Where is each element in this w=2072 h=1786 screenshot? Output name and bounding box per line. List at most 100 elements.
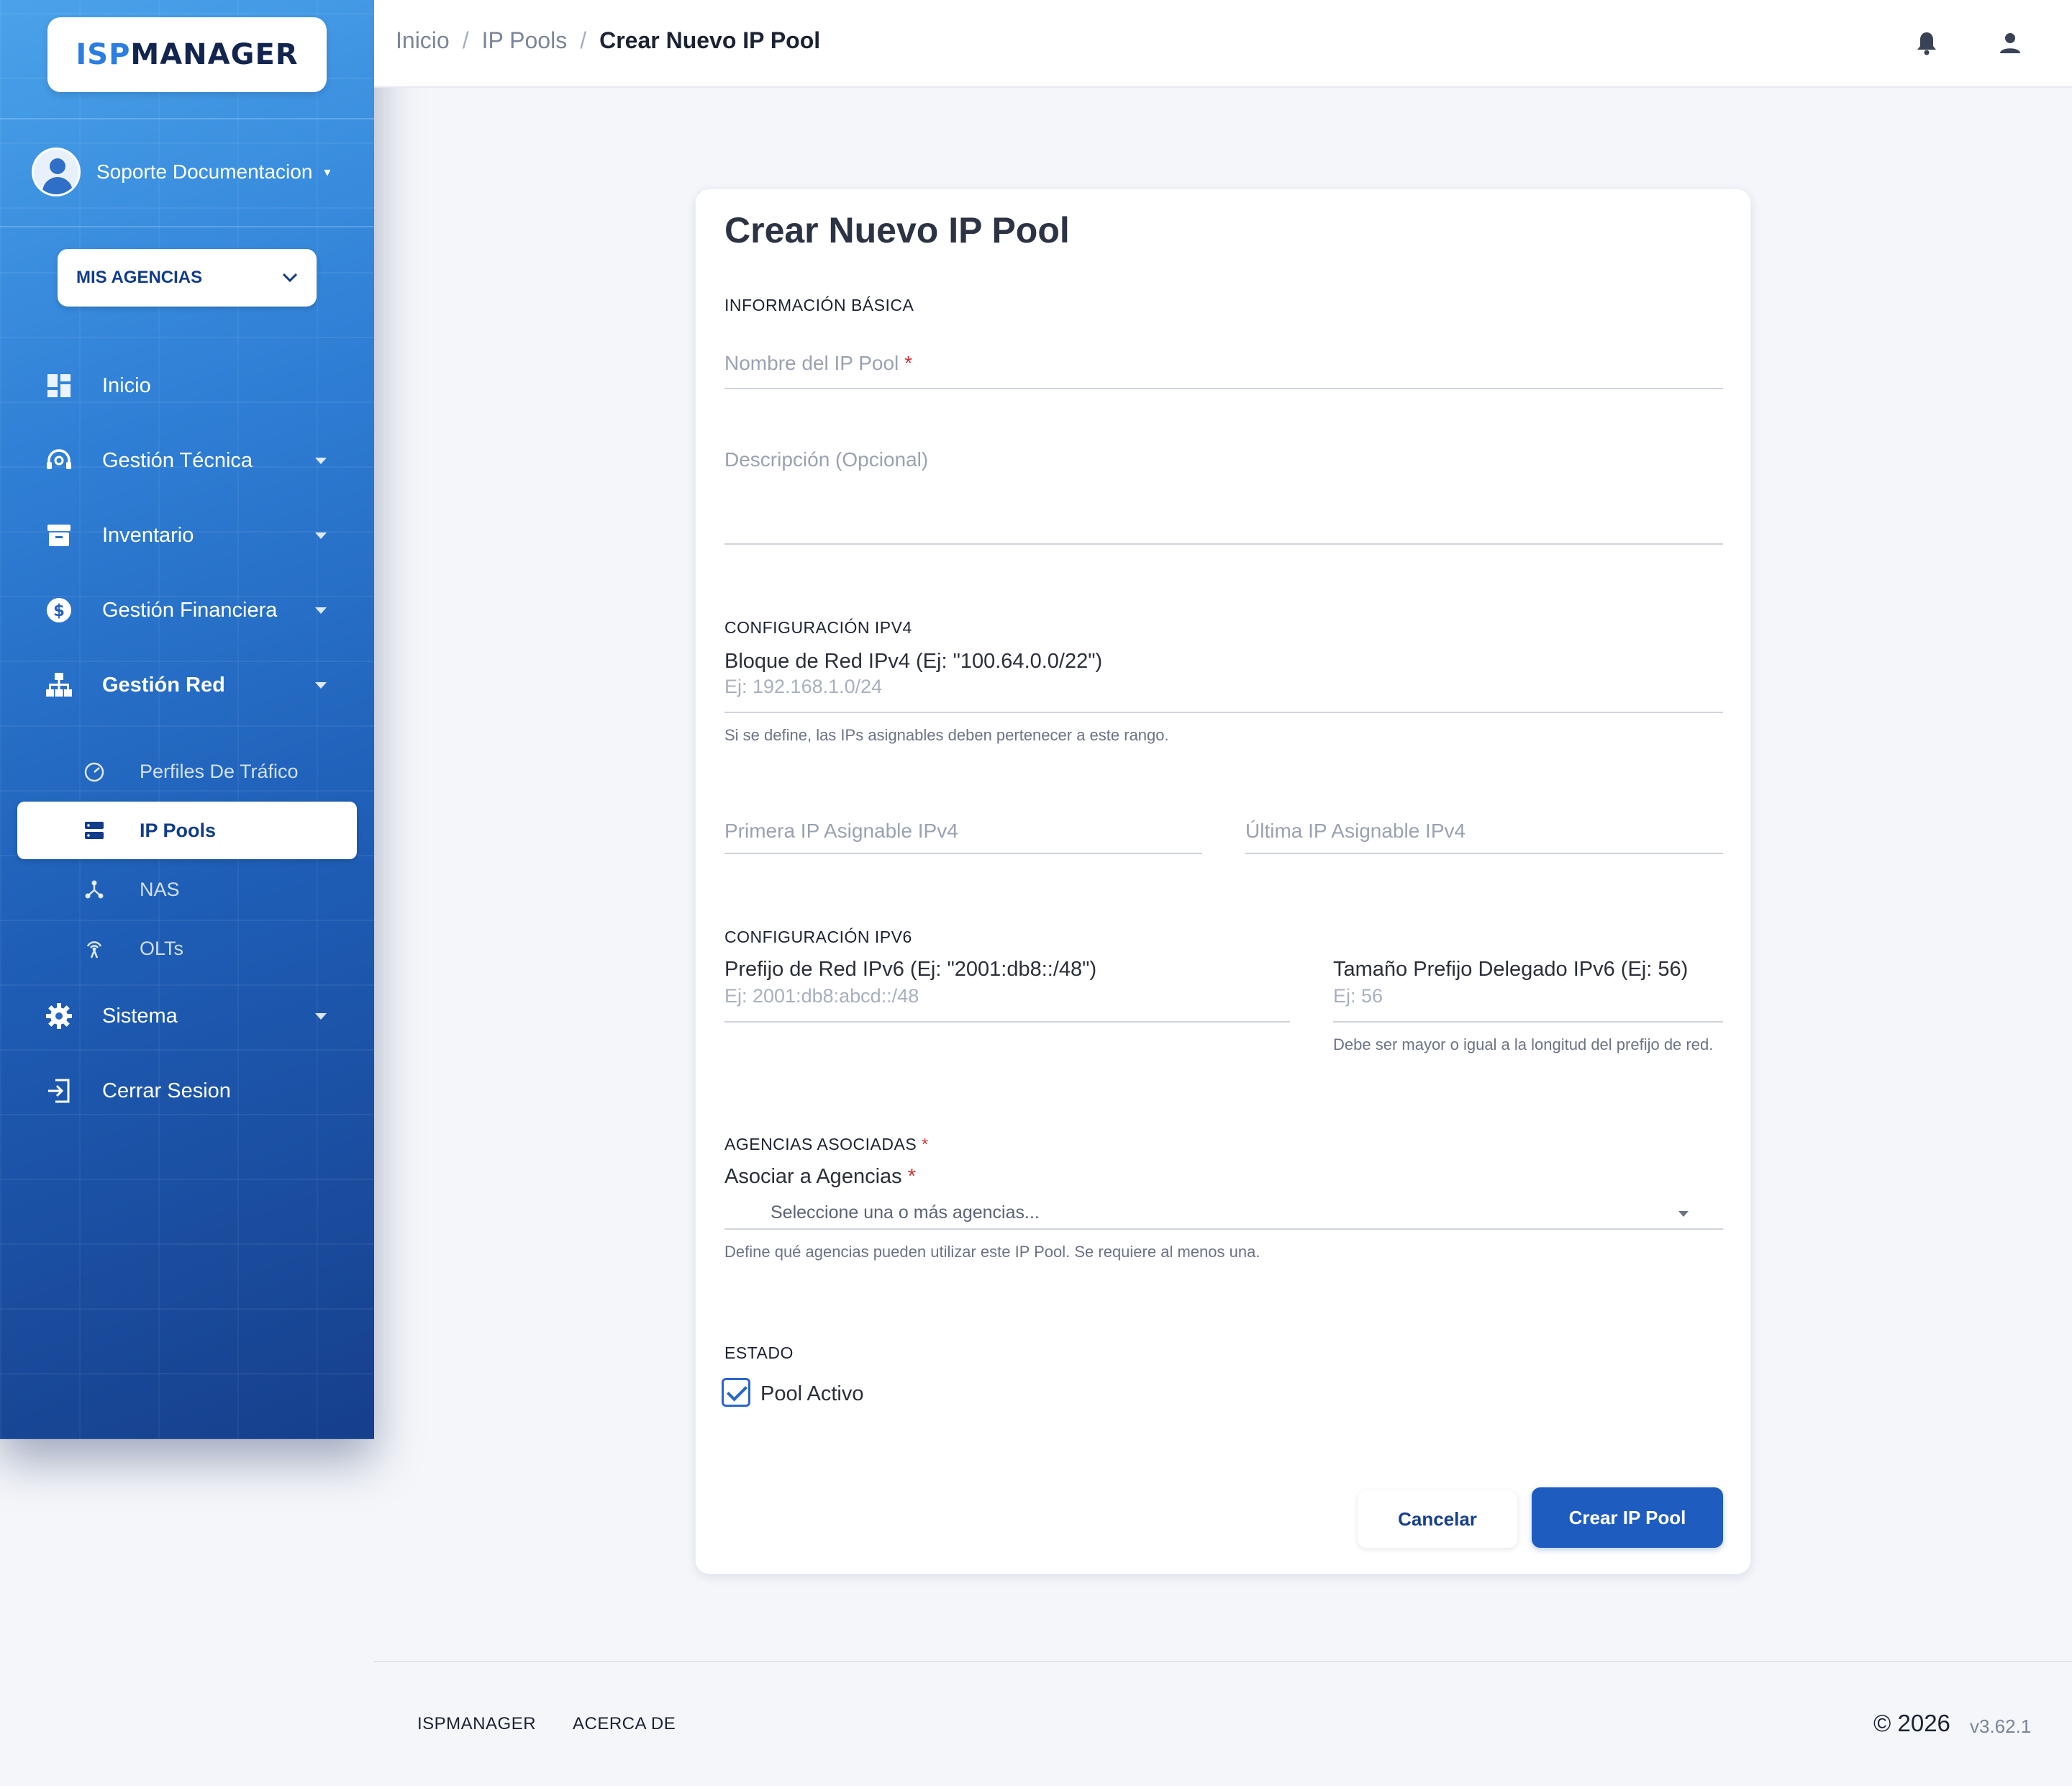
breadcrumb-separator: / xyxy=(580,27,587,53)
ipv6-prefix-field[interactable]: Prefijo de Red IPv6 (Ej: "2001:db8::/48"… xyxy=(724,958,1290,1023)
ipv4-block-helper: Si se define, las IPs asignables deben p… xyxy=(724,726,1169,744)
agencies-select[interactable]: Asociar a Agencias * Seleccione una o má… xyxy=(724,1165,1723,1230)
breadcrumb-inicio[interactable]: Inicio xyxy=(396,27,450,54)
divider xyxy=(0,226,374,227)
last-ip-placeholder: Última IP Asignable IPv4 xyxy=(1245,820,1466,842)
field-underline xyxy=(724,853,1202,854)
caret-down-icon xyxy=(315,607,327,614)
storage-icon xyxy=(82,818,106,843)
field-underline xyxy=(724,1021,1290,1023)
footer-version: v3.62.1 xyxy=(1970,1715,2032,1737)
nav-item-gestion-financiera[interactable]: $ Gestión Financiera xyxy=(0,581,374,639)
pool-active-checkbox[interactable] xyxy=(722,1378,750,1407)
section-basic-info: INFORMACIÓN BÁSICA xyxy=(724,296,914,314)
ipv6-prefix-label: Prefijo de Red IPv6 (Ej: "2001:db8::/48"… xyxy=(724,958,1097,981)
field-underline xyxy=(1245,853,1723,854)
pool-name-placeholder: Nombre del IP Pool * xyxy=(724,352,912,374)
nav-label: Gestión Técnica xyxy=(102,448,253,472)
field-underline xyxy=(1333,1021,1723,1023)
user-icon[interactable] xyxy=(1994,27,2026,59)
nav-item-inventario[interactable]: Inventario xyxy=(0,507,374,564)
nav-label: Inventario xyxy=(102,523,194,547)
network-icon xyxy=(45,671,73,699)
logout-icon xyxy=(45,1076,73,1105)
ipv4-block-label: Bloque de Red IPv4 (Ej: "100.64.0.0/22") xyxy=(724,650,1103,673)
gear-icon xyxy=(45,1002,73,1030)
logo-text: ISPMANAGER xyxy=(76,38,299,71)
bell-icon[interactable] xyxy=(1911,27,1942,59)
nav-label: Cerrar Sesion xyxy=(102,1079,231,1102)
caret-down-icon xyxy=(1678,1211,1689,1217)
nav-label: Gestión Financiera xyxy=(102,598,278,622)
field-underline xyxy=(724,712,1723,713)
antenna-icon xyxy=(82,936,106,961)
nav-item-sistema[interactable]: Sistema xyxy=(0,987,374,1045)
archive-icon xyxy=(45,521,73,550)
caret-down-icon xyxy=(315,457,327,464)
footer-link-acerca-de[interactable]: ACERCA DE xyxy=(573,1714,676,1734)
description-placeholder: Descripción (Opcional) xyxy=(724,448,929,471)
caret-down-icon xyxy=(315,681,327,689)
pool-name-field[interactable]: Nombre del IP Pool * xyxy=(724,346,1723,389)
agency-selector-label: MIS AGENCIAS xyxy=(76,268,203,287)
first-ip-field[interactable]: Primera IP Asignable IPv4 xyxy=(724,820,1202,854)
sidebar-subitem-olts[interactable]: OLTs xyxy=(17,920,357,977)
breadcrumb-separator: / xyxy=(462,27,469,53)
ipv6-delegated-field[interactable]: Tamaño Prefijo Delegado IPv6 (Ej: 56) Ej… xyxy=(1333,958,1723,1023)
caret-down-icon: ▾ xyxy=(324,164,331,179)
avatar xyxy=(32,148,81,196)
page-title: Crear Nuevo IP Pool xyxy=(724,210,1070,250)
agencies-helper: Define qué agencias pueden utilizar este… xyxy=(724,1243,1260,1261)
ipv6-delegated-label: Tamaño Prefijo Delegado IPv6 (Ej: 56) xyxy=(1333,958,1689,981)
agency-selector-button[interactable]: MIS AGENCIAS xyxy=(58,249,317,307)
speedometer-icon xyxy=(82,759,106,784)
sidebar-subitem-nas[interactable]: NAS xyxy=(17,861,357,918)
subitem-label: IP Pools xyxy=(140,819,217,841)
section-agencies: AGENCIAS ASOCIADAS * xyxy=(724,1135,929,1153)
subitem-label: OLTs xyxy=(140,937,184,959)
nav-item-inicio[interactable]: Inicio xyxy=(0,357,374,414)
field-underline xyxy=(724,1228,1723,1230)
divider xyxy=(0,118,374,119)
cancel-button[interactable]: Cancelar xyxy=(1358,1490,1517,1548)
first-ip-placeholder: Primera IP Asignable IPv4 xyxy=(724,820,958,842)
section-ipv6: CONFIGURACIÓN IPV6 xyxy=(724,928,912,946)
create-ip-pool-button[interactable]: Crear IP Pool xyxy=(1532,1487,1723,1548)
dollar-icon: $ xyxy=(45,596,73,625)
nav-label: Inicio xyxy=(102,373,151,397)
create-ip-pool-card: Crear Nuevo IP Pool INFORMACIÓN BÁSICA N… xyxy=(695,189,1751,1574)
footer-link-ispmanager[interactable]: ISPMANAGER xyxy=(417,1714,536,1734)
sidebar-background-pattern xyxy=(0,0,374,1439)
dashboard-icon xyxy=(45,371,73,400)
field-underline xyxy=(724,388,1723,389)
ipv4-block-field[interactable]: Bloque de Red IPv4 (Ej: "100.64.0.0/22")… xyxy=(724,650,1723,713)
ipv4-block-placeholder: Ej: 192.168.1.0/24 xyxy=(724,676,883,697)
breadcrumb-current: Crear Nuevo IP Pool xyxy=(599,27,821,53)
subitem-label: Perfiles De Tráfico xyxy=(140,760,299,782)
footer-divider xyxy=(374,1661,2072,1662)
field-underline xyxy=(724,543,1723,545)
sidebar-subitem-ip-pools[interactable]: IP Pools xyxy=(17,802,357,859)
nav-item-gestion-red[interactable]: Gestión Red xyxy=(0,656,374,714)
caret-down-icon xyxy=(315,1012,327,1020)
chevron-down-icon xyxy=(282,273,298,283)
agencies-label: Asociar a Agencias * xyxy=(724,1165,917,1188)
top-bar: Inicio / IP Pools / Crear Nuevo IP Pool xyxy=(374,0,2072,88)
section-ipv4: CONFIGURACIÓN IPV4 xyxy=(724,618,912,637)
brand-logo[interactable]: ISPMANAGER xyxy=(47,17,327,92)
agencies-placeholder: Seleccione una o más agencias... xyxy=(771,1202,1040,1223)
user-name: Soporte Documentacion xyxy=(96,160,313,183)
user-menu[interactable]: Soporte Documentacion ▾ xyxy=(32,147,348,197)
sidebar-subitem-perfiles-de-trafico[interactable]: Perfiles De Tráfico xyxy=(17,743,357,800)
nav-item-gestion-tecnica[interactable]: Gestión Técnica xyxy=(0,432,374,489)
description-field[interactable]: Descripción (Opcional) xyxy=(724,448,1723,545)
support-agent-icon xyxy=(45,446,73,475)
footer-copyright: © 2026 xyxy=(1873,1710,1950,1736)
last-ip-field[interactable]: Última IP Asignable IPv4 xyxy=(1245,820,1723,854)
nav-label: Sistema xyxy=(102,1004,178,1028)
nav-item-cerrar-sesion[interactable]: Cerrar Sesion xyxy=(0,1062,374,1120)
sidebar: ISPMANAGER Soporte Documentacion ▾ MIS A… xyxy=(0,0,374,1439)
breadcrumb-ip-pools[interactable]: IP Pools xyxy=(482,27,568,54)
ipv6-delegated-placeholder: Ej: 56 xyxy=(1333,985,1383,1007)
pool-active-label[interactable]: Pool Activo xyxy=(760,1382,863,1406)
